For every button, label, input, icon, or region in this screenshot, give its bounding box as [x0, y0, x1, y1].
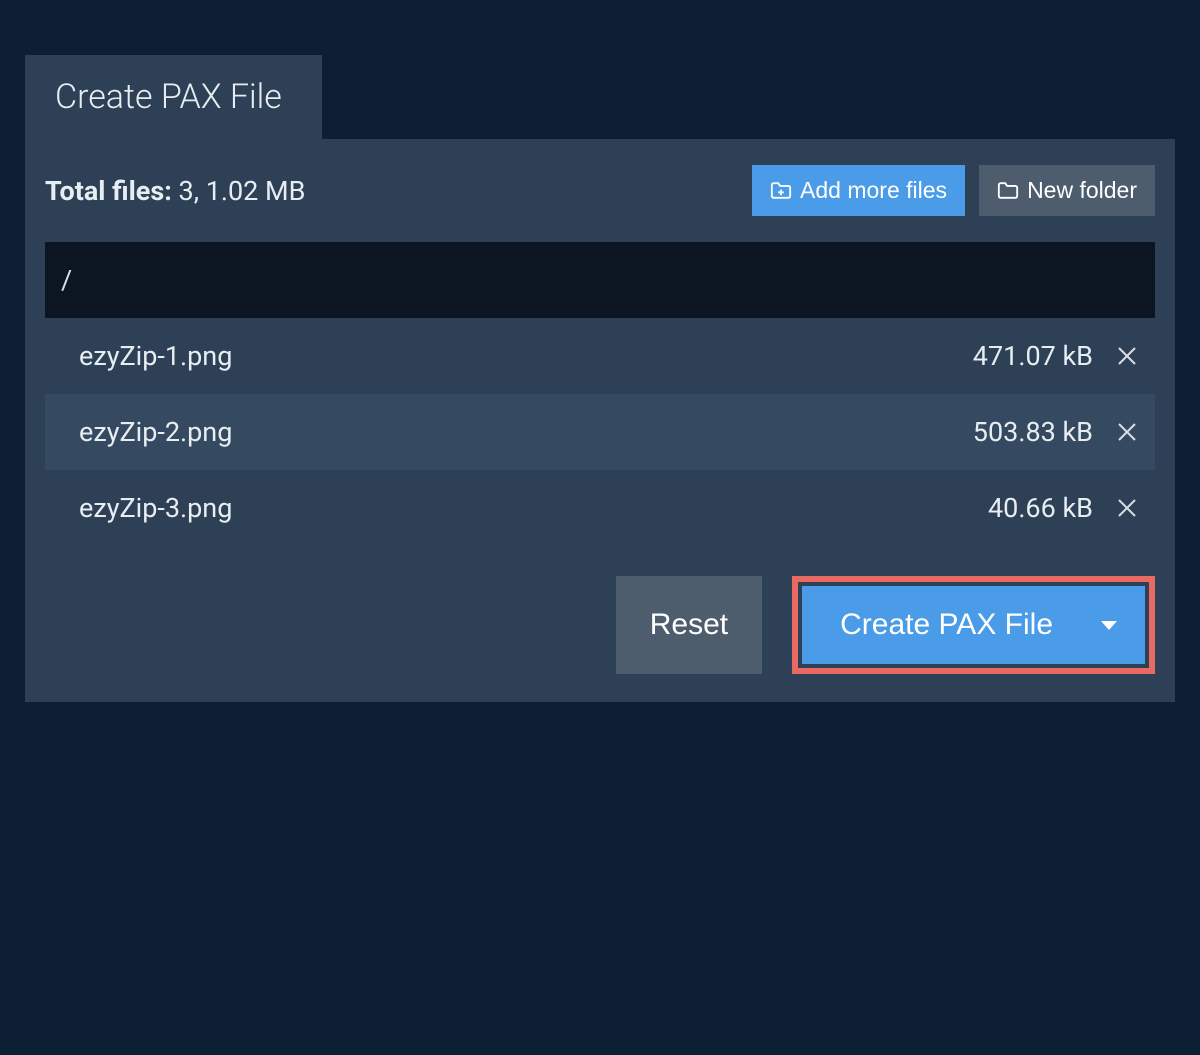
remove-file-button[interactable] [1115, 496, 1139, 520]
remove-file-button[interactable] [1115, 344, 1139, 368]
main-panel: Create PAX File Total files: 3, 1.02 MB … [25, 55, 1175, 702]
chevron-down-icon [1101, 621, 1117, 630]
footer-row: Reset Create PAX File [25, 546, 1175, 702]
close-icon [1115, 420, 1139, 444]
create-pax-file-label: Create PAX File [840, 608, 1053, 642]
add-more-files-button[interactable]: Add more files [752, 165, 965, 216]
file-size: 503.83 kB [973, 416, 1093, 448]
file-name: ezyZip-3.png [79, 492, 232, 524]
file-size: 471.07 kB [973, 340, 1093, 372]
header-row: Total files: 3, 1.02 MB Add more files [25, 139, 1175, 242]
reset-button[interactable]: Reset [616, 576, 762, 674]
file-name: ezyZip-1.png [79, 340, 232, 372]
file-table: / ezyZip-1.png 471.07 kB ezyZip-2.png 50… [45, 242, 1155, 546]
file-row[interactable]: ezyZip-2.png 503.83 kB [45, 394, 1155, 470]
header-buttons: Add more files New folder [752, 165, 1155, 216]
tab-create-pax[interactable]: Create PAX File [25, 55, 322, 139]
tab-row: Create PAX File [25, 55, 1175, 139]
close-icon [1115, 344, 1139, 368]
folder-icon [997, 181, 1019, 200]
new-folder-button[interactable]: New folder [979, 165, 1155, 216]
folder-plus-icon [770, 181, 792, 200]
remove-file-button[interactable] [1115, 420, 1139, 444]
create-highlight: Create PAX File [792, 576, 1155, 674]
close-icon [1115, 496, 1139, 520]
file-row[interactable]: ezyZip-3.png 40.66 kB [45, 470, 1155, 546]
add-more-files-label: Add more files [800, 177, 947, 204]
total-files-label: Total files: [45, 175, 172, 207]
file-row[interactable]: ezyZip-1.png 471.07 kB [45, 318, 1155, 394]
file-size: 40.66 kB [988, 492, 1093, 524]
new-folder-label: New folder [1027, 177, 1137, 204]
create-pax-file-button[interactable]: Create PAX File [802, 586, 1145, 664]
path-row[interactable]: / [45, 242, 1155, 318]
total-files: Total files: 3, 1.02 MB [45, 175, 305, 207]
file-name: ezyZip-2.png [79, 416, 232, 448]
total-files-value: 3, 1.02 MB [179, 175, 306, 207]
